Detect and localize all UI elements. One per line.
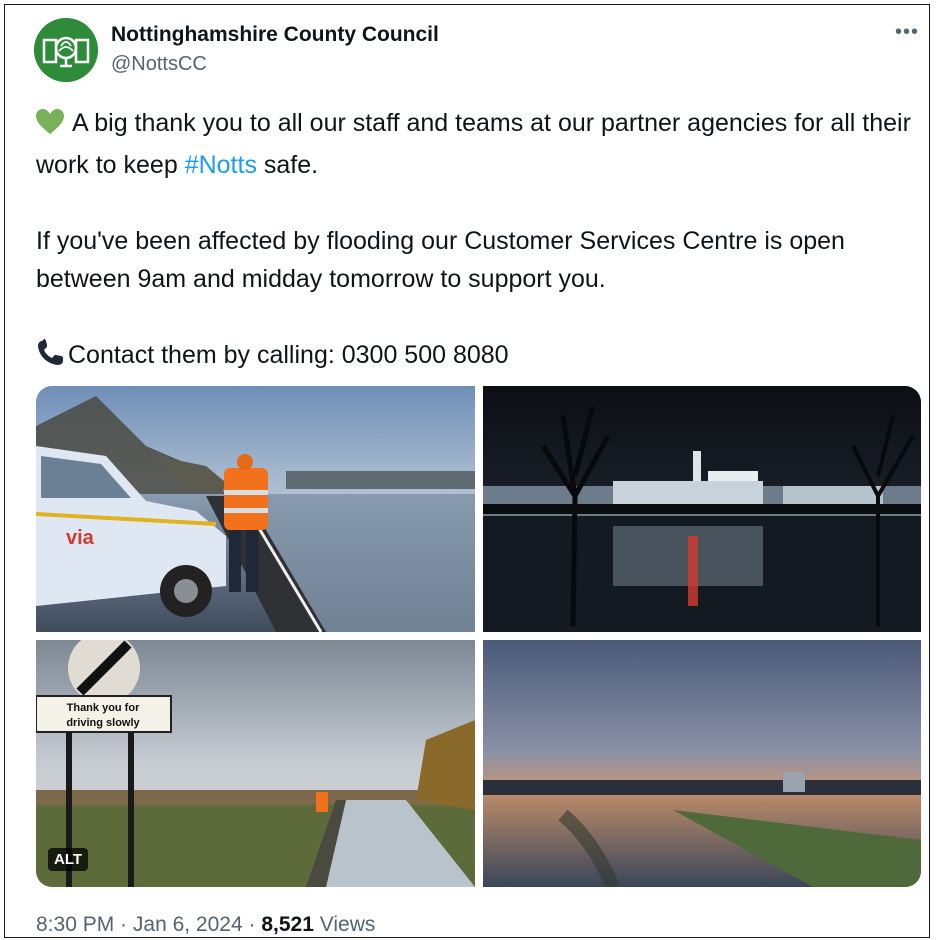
post-time[interactable]: 8:30 PM [36,913,114,936]
photo-sunset-flood[interactable] [483,640,921,887]
contact-text: Contact them by calling: 0300 500 8080 [68,341,509,369]
tweet-card: Nottinghamshire County Council @NottsCC … [4,4,930,938]
account-name[interactable]: Nottinghamshire County Council [111,23,439,47]
meta-separator: · [114,913,133,936]
hashtag-link[interactable]: #Notts [185,151,257,179]
sign-text-line1: Thank you for [67,702,140,714]
media-grid: via Thank you for driving slowly ALT [36,386,921,887]
meta-separator: · [242,913,262,936]
account-handle[interactable]: @NottsCC [111,53,207,76]
photo-road-sign-flooded-lane[interactable]: Thank you for driving slowly ALT [36,640,475,887]
views-count: 8,521 [261,913,314,936]
post-date[interactable]: Jan 6, 2024 [133,913,243,936]
post-meta: 8:30 PM · Jan 6, 2024 · 8,521 Views [36,913,375,937]
phone-icon [36,339,66,378]
avatar[interactable] [34,18,98,82]
green-heart-icon [36,108,64,146]
post-paragraph-3: Contact them by calling: 0300 500 8080 [36,336,926,378]
post-line1-tail: safe. [256,151,319,179]
sign-text-line2: driving slowly [66,717,140,729]
views-label: Views [313,913,376,936]
post-paragraph-2: If you've been affected by flooding our … [36,227,845,293]
photo-night-flooding[interactable] [483,386,921,632]
post-text: A big thank you to all our staff and tea… [36,104,926,378]
van-logo-text: via [66,527,95,549]
post-line1-text: A big thank you to all our staff and tea… [36,109,911,179]
alt-text-badge[interactable]: ALT [48,848,89,871]
post-paragraph-1: A big thank you to all our staff and tea… [36,104,926,184]
council-logo-icon [34,18,98,82]
more-options-icon[interactable]: ••• [891,21,923,45]
photo-van-flooded-road[interactable]: via [36,386,475,632]
